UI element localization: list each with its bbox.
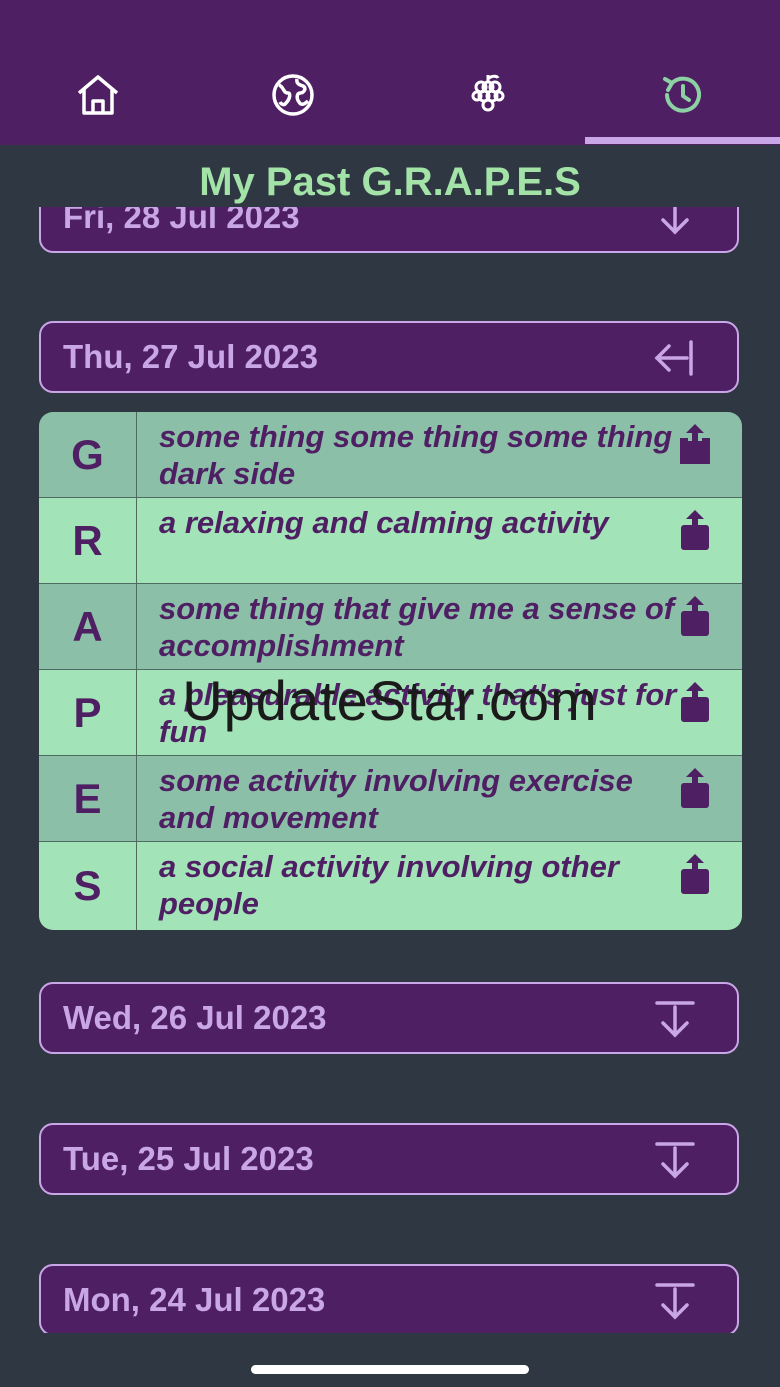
grapes-letter: A: [39, 584, 137, 670]
share-icon[interactable]: [675, 508, 715, 552]
grapes-tab[interactable]: [390, 55, 585, 135]
grapes-row-s: S a social activity involving other peop…: [39, 842, 742, 930]
date-label: Thu, 27 Jul 2023: [63, 338, 318, 375]
grapes-icon: [471, 74, 504, 112]
collapse-left-icon: [654, 340, 693, 376]
date-row-tue[interactable]: Tue, 25 Jul 2023: [39, 1123, 739, 1195]
share-icon[interactable]: [675, 852, 715, 896]
date-label: Mon, 24 Jul 2023: [63, 1281, 326, 1318]
grapes-text: some thing some thing some thing dark si…: [159, 419, 673, 491]
grapes-row-r: R a relaxing and calming activity: [39, 498, 742, 584]
grapes-text: some thing that give me a sense of accom…: [159, 591, 675, 663]
watermark: UpdateStar.com: [182, 669, 598, 732]
grapes-letter: E: [39, 756, 137, 842]
grapes-letter: G: [39, 412, 137, 498]
top-tab-bar: [0, 0, 780, 145]
selected-tab-indicator: [585, 137, 780, 144]
date-label: Fri, 28 Jul 2023: [63, 207, 300, 235]
grapes-row-g: G some thing some thing some thing dark …: [39, 412, 742, 498]
home-indicator: [251, 1365, 529, 1374]
arrow-down-icon: [661, 207, 689, 235]
home-tab[interactable]: [0, 55, 195, 135]
expand-down-icon: [655, 1142, 695, 1179]
date-row-fri[interactable]: Fri, 28 Jul 2023: [39, 207, 739, 253]
home-icon: [77, 75, 118, 115]
grapes-letter: S: [39, 842, 137, 930]
share-icon[interactable]: [675, 594, 715, 638]
expand-down-icon: [655, 1001, 695, 1038]
date-label: Wed, 26 Jul 2023: [63, 999, 327, 1036]
share-icon[interactable]: [675, 422, 715, 466]
share-icon[interactable]: [675, 766, 715, 810]
history-icon: [662, 76, 701, 113]
grapes-row-a: A some thing that give me a sense of acc…: [39, 584, 742, 670]
globe-tab[interactable]: [195, 55, 390, 135]
expand-down-icon: [655, 1283, 695, 1320]
grapes-text: a relaxing and calming activity: [159, 505, 609, 540]
grapes-text: some activity involving exercise and mov…: [159, 763, 633, 835]
history-tab[interactable]: [585, 55, 780, 135]
page-title: My Past G.R.A.P.E.S: [199, 160, 581, 204]
grapes-letter: R: [39, 498, 137, 584]
history-list[interactable]: Fri, 28 Jul 2023 Thu, 27 Jul 2023 G some…: [0, 207, 780, 1333]
grapes-row-e: E some activity involving exercise and m…: [39, 756, 742, 842]
date-label: Tue, 25 Jul 2023: [63, 1140, 314, 1177]
globe-icon: [271, 74, 314, 116]
date-row-mon[interactable]: Mon, 24 Jul 2023: [39, 1264, 739, 1333]
grapes-text: a social activity involving other people: [159, 849, 619, 921]
date-row-wed[interactable]: Wed, 26 Jul 2023: [39, 982, 739, 1054]
date-row-thu[interactable]: Thu, 27 Jul 2023: [39, 321, 739, 393]
